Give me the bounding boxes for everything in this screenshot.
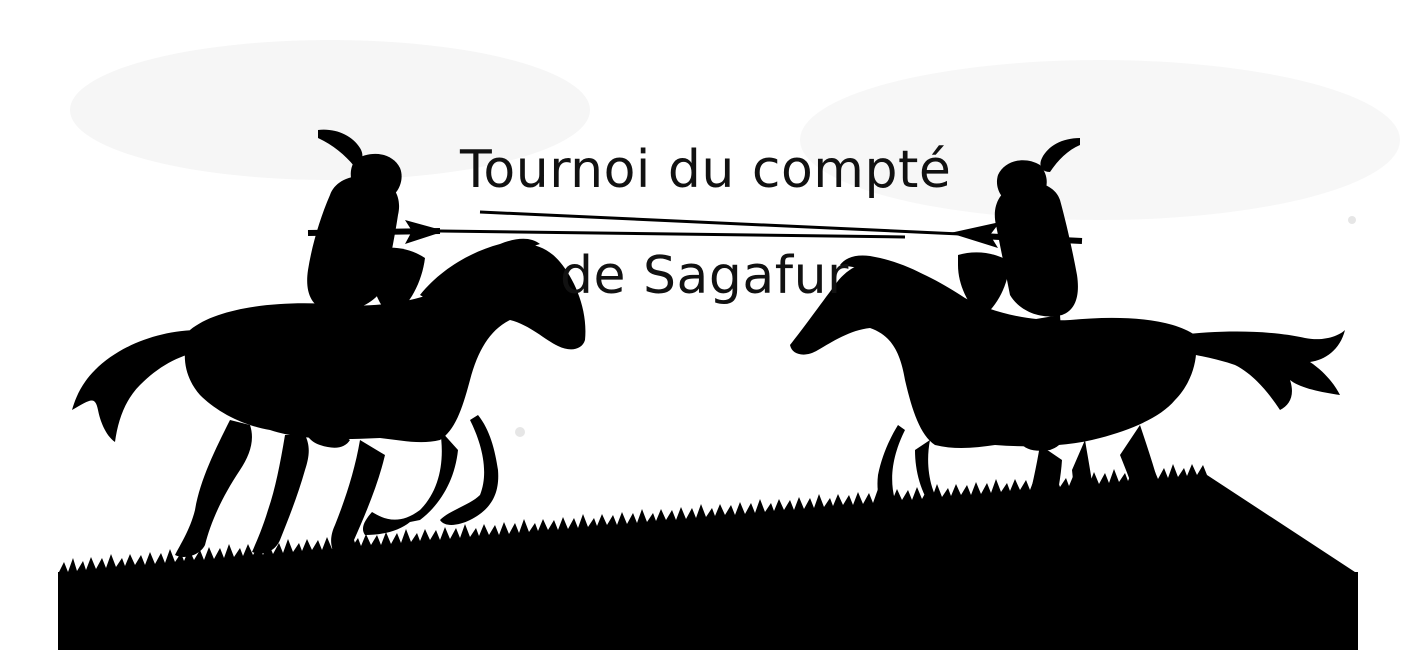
jousting-scene: Tournoi du compté de Sagafur [0, 0, 1416, 650]
scene-illustration [0, 0, 1416, 650]
tournament-title-line-2: de Sagafur [560, 246, 849, 306]
tournament-title-line-1: Tournoi du compté [460, 140, 952, 200]
